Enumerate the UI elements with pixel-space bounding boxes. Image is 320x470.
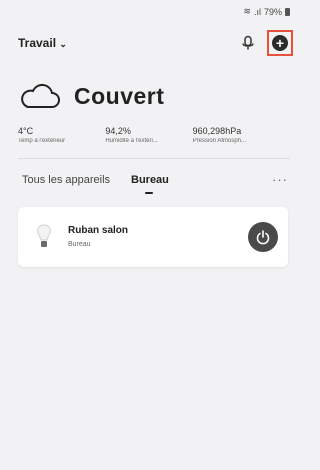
device-name: Ruban salon xyxy=(68,225,129,236)
power-icon xyxy=(256,230,270,245)
bulb-icon xyxy=(37,224,51,247)
weather-metrics: 4°C Temp à l'extérieur 94,2% Humidité à … xyxy=(18,126,280,144)
metric-label: Temp à l'extérieur xyxy=(18,138,66,144)
battery-percentage: 79% xyxy=(263,6,282,17)
metric-value: 4°C xyxy=(18,126,34,136)
header: Travail ⌄ + xyxy=(0,26,298,60)
device-card[interactable]: Ruban salon Bureau xyxy=(18,207,288,267)
add-button[interactable]: + xyxy=(267,30,293,56)
metric-value: 94,2% xyxy=(105,126,131,136)
tab-all-devices[interactable]: Tous les appareils xyxy=(22,174,110,186)
power-button[interactable] xyxy=(248,222,278,252)
metric-value: 960,298hPa xyxy=(192,126,242,136)
home-title: Travail xyxy=(18,36,57,50)
metric-label: Pression Atmosph... xyxy=(192,138,247,144)
metric-humidity: 94,2% Humidité à l'extéri... xyxy=(105,126,192,144)
device-room: Bureau xyxy=(68,241,91,248)
weather-condition: Couvert xyxy=(74,82,165,109)
battery-icon xyxy=(285,7,290,16)
divider xyxy=(18,158,290,159)
status-icons: ≋ .ıl 79% xyxy=(243,6,290,17)
active-tab-indicator xyxy=(145,192,153,194)
metric-temperature: 4°C Temp à l'extérieur xyxy=(18,126,105,144)
status-bar: ≋ .ıl 79% xyxy=(0,0,298,22)
signal-icon: .ıl xyxy=(253,6,261,17)
home-selector[interactable]: Travail ⌄ xyxy=(18,36,67,50)
tab-bureau[interactable]: Bureau xyxy=(131,174,169,186)
metric-label: Humidité à l'extéri... xyxy=(105,138,158,144)
weather-panel: Couvert 4°C Temp à l'extérieur 94,2% Hum… xyxy=(18,78,280,145)
cloud-icon xyxy=(21,83,60,108)
more-horizontal-icon[interactable]: ··· xyxy=(272,172,288,187)
plus-circle-icon: + xyxy=(272,35,288,51)
weather-summary: Couvert xyxy=(18,78,280,114)
wifi-icon: ≋ xyxy=(243,6,251,16)
metric-pressure: 960,298hPa Pression Atmosph... xyxy=(193,126,280,144)
mic-icon[interactable] xyxy=(240,35,256,51)
room-tabs: Tous les appareils Bureau ··· xyxy=(0,170,298,198)
chevron-down-icon: ⌄ xyxy=(59,39,67,49)
